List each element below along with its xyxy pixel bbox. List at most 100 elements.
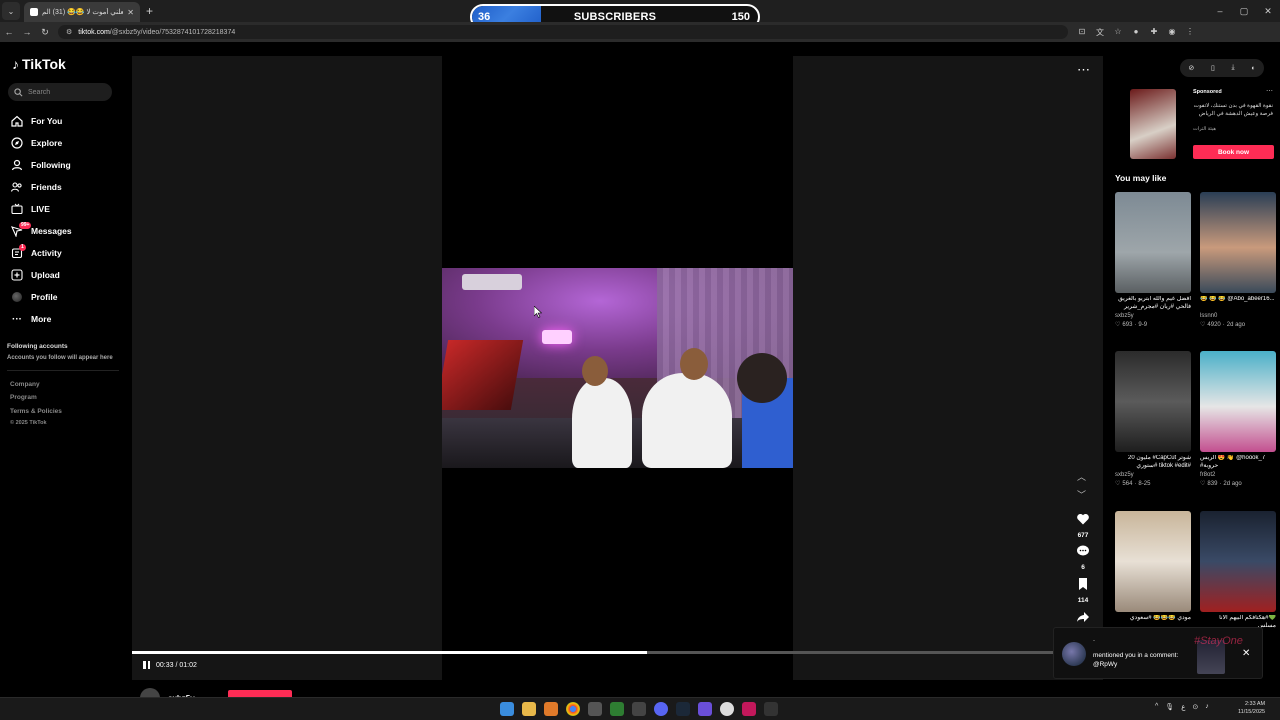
card-thumbnail bbox=[1115, 351, 1191, 452]
bookmark-star-icon[interactable]: ☆ bbox=[1112, 27, 1124, 38]
app-icon[interactable] bbox=[632, 702, 646, 716]
video-frame[interactable] bbox=[442, 268, 793, 468]
avatar[interactable]: ◐ bbox=[1251, 65, 1255, 72]
tab-search-button[interactable]: ⌄ bbox=[2, 2, 20, 20]
recommended-card[interactable]: مودي 😂😂😂 #سعودي bbox=[1115, 511, 1191, 630]
os-taskbar: ^ 🎙 ع ⊙ ♪ 2:33 AM 11/15/2025 bbox=[0, 697, 1280, 720]
app-icon[interactable] bbox=[764, 702, 778, 716]
app-icon[interactable] bbox=[698, 702, 712, 716]
messages-badge: 99+ bbox=[19, 222, 32, 229]
microphone-icon[interactable]: 🎙 bbox=[1165, 703, 1174, 711]
sidebar-item-explore[interactable]: Explore bbox=[0, 132, 130, 154]
reload-icon[interactable]: ↻ bbox=[36, 27, 54, 38]
video-scene-person bbox=[572, 378, 632, 468]
phone-icon[interactable]: ▯ bbox=[1211, 64, 1215, 72]
url-field[interactable]: ⚙ tiktok.com/@sxbz5y/video/7532874101728… bbox=[58, 25, 1068, 39]
video-scene-head bbox=[680, 348, 708, 380]
comment-button[interactable]: 6 bbox=[1070, 544, 1096, 571]
card-user: fr8ot2 bbox=[1200, 472, 1216, 478]
extension-icon[interactable]: ● bbox=[1130, 27, 1142, 38]
footer-link-program[interactable]: Program bbox=[10, 394, 37, 401]
app-icon[interactable] bbox=[588, 702, 602, 716]
recommended-card[interactable]: افضل غيم والله ابتريو بالغريق فالحي #ريا… bbox=[1115, 192, 1191, 328]
heart-icon: ♡ bbox=[1200, 481, 1206, 487]
translate-icon[interactable]: 文 bbox=[1094, 27, 1106, 38]
steam-icon[interactable] bbox=[676, 702, 690, 716]
like-button[interactable]: 677 bbox=[1070, 512, 1096, 539]
ad-more-icon[interactable]: ⋯ bbox=[1266, 87, 1273, 95]
video-scene-ac bbox=[462, 274, 522, 290]
separator-dot: · bbox=[1134, 321, 1137, 328]
sidebar-item-for-you[interactable]: For You bbox=[0, 110, 130, 132]
maximize-button[interactable]: ▢ bbox=[1232, 6, 1256, 17]
sidebar-item-live[interactable]: LIVE bbox=[0, 198, 130, 220]
card-thumbnail bbox=[1115, 511, 1191, 612]
language-indicator[interactable]: ع bbox=[1181, 703, 1185, 711]
heart-icon: ♡ bbox=[1115, 481, 1121, 487]
video-progress-bar[interactable] bbox=[132, 651, 1103, 654]
discord-icon[interactable] bbox=[654, 702, 668, 716]
heart-icon: ♡ bbox=[1115, 322, 1121, 328]
card-caption: الريس 😍 👋 @hoook_7 #حروبة bbox=[1200, 455, 1266, 469]
sidebar-item-following[interactable]: Following bbox=[0, 154, 130, 176]
sidebar-item-more[interactable]: ··· More bbox=[0, 308, 130, 330]
bookmark-icon bbox=[1079, 578, 1087, 590]
browser-menu-icon[interactable]: ⋮ bbox=[1184, 27, 1196, 38]
pause-icon[interactable] bbox=[143, 661, 150, 669]
book-now-button[interactable]: Book now bbox=[1193, 145, 1274, 159]
app-icon[interactable] bbox=[610, 702, 624, 716]
share-icon bbox=[1077, 612, 1089, 622]
video-scene-chair bbox=[442, 340, 524, 410]
save-button[interactable]: 114 bbox=[1070, 577, 1096, 604]
sidebar-item-friends[interactable]: Friends bbox=[0, 176, 130, 198]
recommended-card[interactable]: الريس 😍 👋 @hoook_7 #حروبة fr8ot2 ♡ 839 · 2d… bbox=[1200, 351, 1276, 487]
logo-text: TikTok bbox=[22, 56, 66, 72]
sidebar-item-label: Following bbox=[31, 160, 71, 170]
ad-thumbnail[interactable] bbox=[1130, 89, 1176, 159]
profile-icon[interactable]: ◉ bbox=[1166, 27, 1178, 38]
sidebar-item-messages[interactable]: 99+ Messages bbox=[0, 220, 130, 242]
footer-link-terms[interactable]: Terms & Policies bbox=[10, 408, 62, 415]
sidebar-item-upload[interactable]: Upload bbox=[0, 264, 130, 286]
chevron-down-icon[interactable]: ﹀ bbox=[1077, 488, 1086, 501]
app-icon[interactable] bbox=[544, 702, 558, 716]
puzzle-icon[interactable]: ✚ bbox=[1148, 27, 1160, 38]
volume-icon[interactable]: ♪ bbox=[1205, 703, 1209, 711]
compass-icon[interactable]: ⊘ bbox=[1188, 64, 1194, 72]
recommended-card[interactable]: 💚#هكتافكم البيهم الانا مسلس bbox=[1200, 511, 1276, 630]
chevron-up-icon[interactable]: ^ bbox=[1155, 703, 1158, 711]
tab-close-icon[interactable]: ✕ bbox=[127, 8, 134, 17]
more-options-icon[interactable]: ⋯ bbox=[1077, 62, 1090, 78]
minimize-button[interactable]: – bbox=[1208, 6, 1232, 16]
new-tab-button[interactable]: + bbox=[146, 4, 153, 18]
install-icon[interactable]: ⊡ bbox=[1076, 27, 1088, 38]
browser-tab[interactable]: جعلني أموت لا 😂😂 (31) الم... ✕ bbox=[24, 2, 140, 22]
search-input[interactable]: Search bbox=[8, 83, 112, 101]
sidebar-item-label: LIVE bbox=[31, 204, 50, 214]
sidebar-item-profile[interactable]: Profile bbox=[0, 286, 130, 308]
you-may-like-heading: You may like bbox=[1115, 173, 1167, 183]
network-icon[interactable]: ⊙ bbox=[1192, 703, 1198, 711]
chevron-up-icon[interactable]: ︿ bbox=[1077, 470, 1086, 483]
forward-icon[interactable]: → bbox=[18, 27, 36, 37]
file-explorer-icon[interactable] bbox=[522, 702, 536, 716]
close-icon[interactable]: ✕ bbox=[1242, 648, 1250, 659]
back-icon[interactable]: ← bbox=[0, 27, 18, 37]
right-panel-toolbar: ⊘ ▯ ⤓ ◐ bbox=[1180, 59, 1264, 77]
footer-link-company[interactable]: Company bbox=[10, 381, 40, 388]
browser-extensions: ⊡ 文 ☆ ● ✚ ◉ ⋮ bbox=[1076, 27, 1196, 38]
windows-start-icon[interactable] bbox=[500, 702, 514, 716]
recommended-card[interactable]: شوتر CapCut# مليون 20 #tiktok #edit #ستو… bbox=[1115, 351, 1191, 487]
app-icon[interactable] bbox=[742, 702, 756, 716]
taskbar-clock[interactable]: 2:33 AM 11/15/2025 bbox=[1238, 700, 1265, 716]
site-info-icon[interactable]: ⚙ bbox=[66, 28, 72, 36]
app-icon[interactable] bbox=[720, 702, 734, 716]
recommended-card[interactable]: 😂 😂 😂 @Abo_abeer16... lssnn0 ♡ 4920 · 2d ag… bbox=[1200, 192, 1276, 328]
card-thumbnail bbox=[1115, 192, 1191, 293]
sidebar-item-activity[interactable]: 1 Activity bbox=[0, 242, 130, 264]
card-date: 8-25 bbox=[1138, 480, 1151, 487]
tiktok-logo[interactable]: ♪ TikTok bbox=[12, 56, 66, 72]
chrome-icon[interactable] bbox=[566, 702, 580, 716]
close-window-button[interactable]: ✕ bbox=[1256, 6, 1280, 17]
download-icon[interactable]: ⤓ bbox=[1232, 64, 1235, 72]
